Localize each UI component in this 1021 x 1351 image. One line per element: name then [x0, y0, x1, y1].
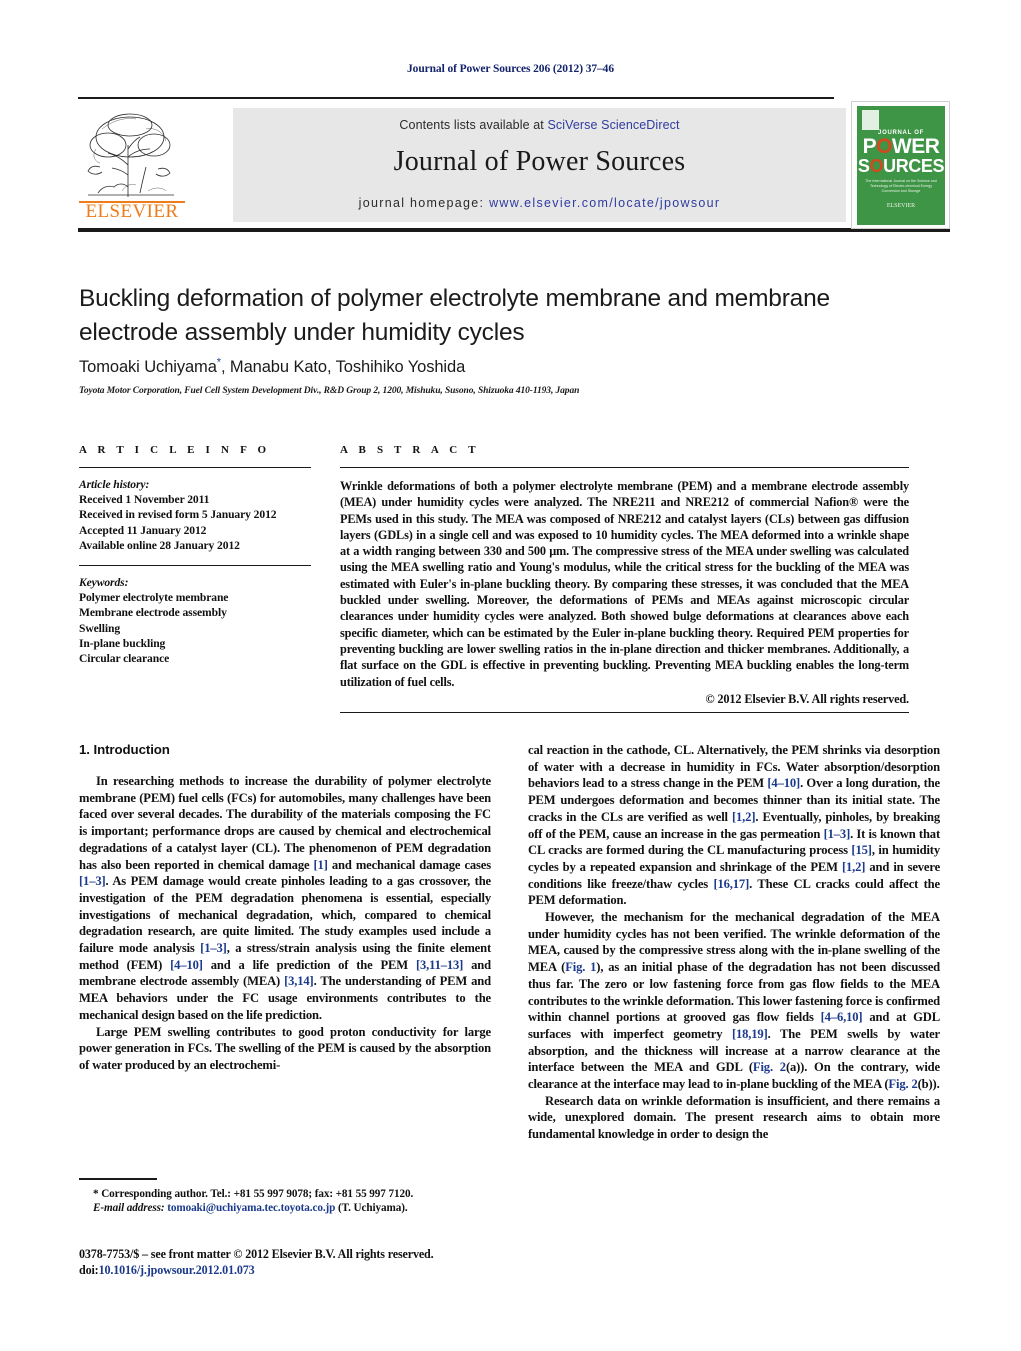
- cover-sources-label: SOURCES: [857, 156, 945, 176]
- article-info-rule: [79, 467, 311, 468]
- affiliation: Toyota Motor Corporation, Fuel Cell Syst…: [79, 386, 580, 396]
- journal-title: Journal of Power Sources: [393, 146, 686, 177]
- homepage-url-link[interactable]: www.elsevier.com/locate/jpowsour: [489, 196, 720, 210]
- doi-line: doi:10.1016/j.jpowsour.2012.01.073: [79, 1262, 539, 1278]
- journal-masthead: ELSEVIER Contents lists available at Sci…: [78, 97, 950, 232]
- article-history-label: Article history:: [79, 478, 150, 491]
- article-info-column: A R T I C L E I N F O Article history: R…: [79, 444, 311, 666]
- keyword-item: Polymer electrolyte membrane: [79, 591, 229, 605]
- footnote-rule: [79, 1178, 157, 1180]
- cover-elsevier-mark-icon: [862, 110, 879, 130]
- keywords-block: Keywords: Polymer electrolyte membrane M…: [79, 575, 311, 666]
- cover-bottom-logo: ELSEVIER: [886, 203, 916, 209]
- cover-tagline: The International Journal on the Science…: [865, 179, 937, 193]
- masthead-band: Contents lists available at SciVerse Sci…: [233, 108, 846, 222]
- masthead-bottom-rule: [78, 228, 950, 232]
- email-label: E-mail address:: [93, 1202, 165, 1215]
- footnote-corresponding-line: * Corresponding author. Tel.: +81 55 997…: [93, 1187, 414, 1200]
- journal-cover-thumbnail: JOURNAL OF POWER SOURCES The Internation…: [851, 101, 950, 229]
- email-owner: (T. Uchiyama).: [338, 1202, 408, 1215]
- abstract-heading: A B S T R A C T: [340, 444, 480, 456]
- abstract-copyright: © 2012 Elsevier B.V. All rights reserved…: [705, 691, 909, 706]
- keyword-item: In-plane buckling: [79, 636, 166, 650]
- doi-prefix: doi:: [79, 1263, 99, 1277]
- homepage-prefix: journal homepage:: [358, 196, 490, 210]
- abstract-bottom-rule: [340, 712, 909, 713]
- article-info-heading: A R T I C L E I N F O: [79, 444, 271, 456]
- contents-prefix: Contents lists available at: [399, 118, 548, 132]
- cover-power-label: POWER: [862, 135, 940, 158]
- author-list: Tomoaki Uchiyama*, Manabu Kato, Toshihik…: [79, 356, 909, 377]
- contents-list-line: Contents lists available at SciVerse Sci…: [233, 118, 846, 132]
- abstract-column: A B S T R A C T Wrinkle deformations of …: [340, 444, 909, 707]
- page-title: Buckling deformation of polymer electrol…: [79, 285, 830, 346]
- section-heading-introduction: 1. Introduction: [79, 742, 170, 757]
- article-history-block: Article history: Received 1 November 201…: [79, 477, 311, 553]
- author-names: Tomoaki Uchiyama*, Manabu Kato, Toshihik…: [79, 356, 466, 376]
- history-item: Accepted 11 January 2012: [79, 523, 207, 537]
- history-item: Available online 28 January 2012: [79, 538, 240, 552]
- body-column-left: 1. Introduction In researching methods t…: [79, 742, 491, 1074]
- body-column-right: cal reaction in the cathode, CL. Alterna…: [528, 742, 940, 1143]
- paragraph: Research data on wrinkle deformation is …: [528, 1093, 940, 1142]
- running-head: Journal of Power Sources 206 (2012) 37–4…: [407, 63, 614, 75]
- sciencedirect-link[interactable]: SciVerse ScienceDirect: [547, 118, 679, 132]
- journal-homepage-line: journal homepage: www.elsevier.com/locat…: [233, 196, 846, 210]
- keywords-label: Keywords:: [79, 576, 129, 590]
- history-item: Received in revised form 5 January 2012: [79, 508, 277, 522]
- elsevier-tree-icon: [87, 113, 174, 197]
- paragraph: cal reaction in the cathode, CL. Alterna…: [528, 743, 941, 908]
- keyword-item: Swelling: [79, 621, 121, 635]
- history-item: Received 1 November 2011: [79, 493, 210, 507]
- corresponding-author-footnote: * Corresponding author. Tel.: +81 55 997…: [79, 1178, 491, 1216]
- footnote-email-line: E-mail address: tomoaki@uchiyama.tec.toy…: [79, 1201, 491, 1216]
- paragraph: In researching methods to increase the d…: [79, 774, 492, 1022]
- article-page: Journal of Power Sources 206 (2012) 37–4…: [0, 0, 1021, 1351]
- paragraph: However, the mechanism for the mechanica…: [528, 910, 940, 1092]
- masthead-top-rule: [78, 97, 834, 99]
- abstract-text: Wrinkle deformations of both a polymer e…: [340, 479, 909, 689]
- article-info-separator: [79, 565, 311, 567]
- elsevier-wordmark: ELSEVIER: [85, 201, 179, 222]
- issn-line: 0378-7753/$ – see front matter © 2012 El…: [79, 1247, 434, 1261]
- journal-cover-art: JOURNAL OF POWER SOURCES The Internation…: [857, 106, 945, 225]
- keyword-item: Circular clearance: [79, 652, 170, 666]
- email-link[interactable]: tomoaki@uchiyama.tec.toyota.co.jp: [167, 1202, 335, 1214]
- doi-link[interactable]: 10.1016/j.jpowsour.2012.01.073: [99, 1263, 255, 1277]
- abstract-rule: [340, 467, 909, 468]
- keyword-item: Membrane electrode assembly: [79, 606, 227, 620]
- elsevier-logo: ELSEVIER: [78, 105, 186, 227]
- footer-issn-block: 0378-7753/$ – see front matter © 2012 El…: [79, 1246, 539, 1278]
- paragraph: Large PEM swelling contributes to good p…: [79, 1024, 491, 1072]
